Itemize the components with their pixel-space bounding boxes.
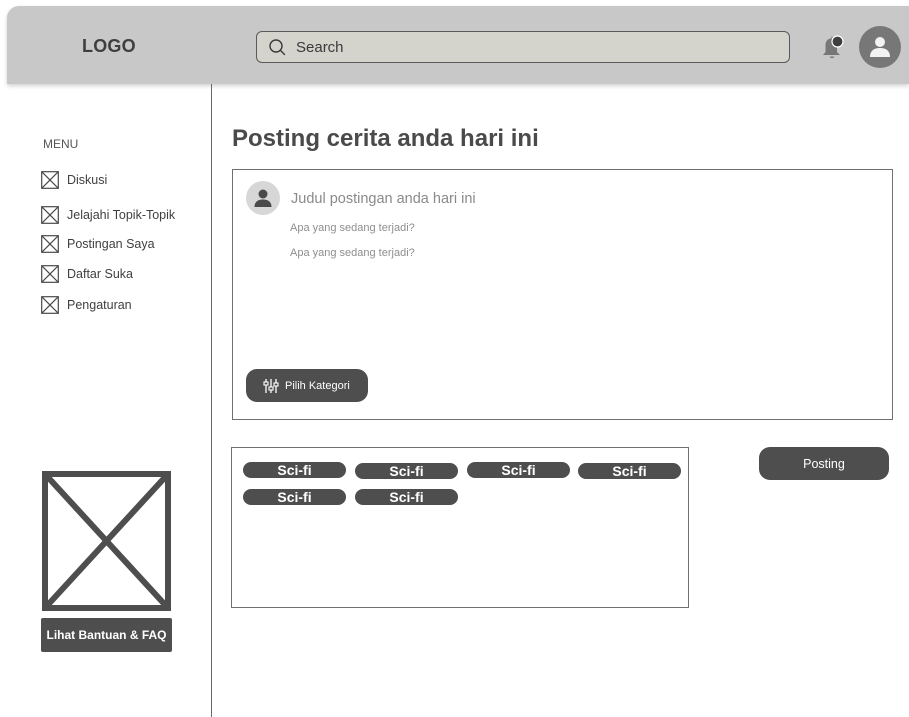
posting-button[interactable]: Posting xyxy=(759,447,889,480)
selected-tags-box: Sci-fi Sci-fi Sci-fi Sci-fi Sci-fi Sci-f… xyxy=(231,447,689,608)
profile-avatar[interactable] xyxy=(859,26,901,68)
choose-category-label: Pilih Kategori xyxy=(285,379,350,392)
search-input[interactable] xyxy=(296,38,789,56)
placeholder-x-icon xyxy=(41,235,59,253)
sidebar-item-jelajahi[interactable]: Jelajahi Topik-Topik xyxy=(41,206,175,224)
post-body-line[interactable]: Apa yang sedang terjadi? xyxy=(290,222,415,234)
sidebar-divider xyxy=(211,84,212,717)
image-placeholder-icon xyxy=(42,471,171,611)
user-avatar-icon xyxy=(254,189,272,207)
bell-icon[interactable] xyxy=(819,33,845,63)
page-title: Posting cerita anda hari ini xyxy=(232,125,539,152)
sliders-icon xyxy=(263,378,279,393)
placeholder-x-icon xyxy=(41,265,59,283)
sidebar-item-label: Diskusi xyxy=(67,173,108,187)
placeholder-x-icon xyxy=(41,171,59,189)
search-icon xyxy=(269,39,286,56)
tag-chip[interactable]: Sci-fi xyxy=(578,463,681,479)
tag-chip[interactable]: Sci-fi xyxy=(467,462,570,478)
tag-chip[interactable]: Sci-fi xyxy=(355,463,458,479)
sidebar-item-label: Pengaturan xyxy=(67,298,132,312)
placeholder-x-icon xyxy=(41,206,59,224)
top-header: LOGO xyxy=(7,6,909,84)
post-body-line[interactable]: Apa yang sedang terjadi? xyxy=(290,247,415,259)
sidebar-item-postingan-saya[interactable]: Postingan Saya xyxy=(41,235,155,253)
post-title-input[interactable]: Judul postingan anda hari ini xyxy=(291,191,476,207)
logo[interactable]: LOGO xyxy=(82,36,136,57)
choose-category-button[interactable]: Pilih Kategori xyxy=(246,369,368,402)
sidebar-item-pengaturan[interactable]: Pengaturan xyxy=(41,296,132,314)
help-faq-button[interactable]: Lihat Bantuan & FAQ xyxy=(41,618,172,652)
tag-chip[interactable]: Sci-fi xyxy=(243,489,346,505)
user-avatar-icon xyxy=(870,37,890,57)
placeholder-x-icon xyxy=(41,296,59,314)
sidebar-item-label: Daftar Suka xyxy=(67,267,134,281)
sidebar-item-label: Jelajahi Topik-Topik xyxy=(67,208,176,222)
compose-avatar xyxy=(246,181,280,215)
menu-title: MENU xyxy=(43,137,79,151)
sidebar-item-diskusi[interactable]: Diskusi xyxy=(41,171,107,189)
sidebar-item-daftar-suka[interactable]: Daftar Suka xyxy=(41,265,133,283)
compose-box[interactable]: Judul postingan anda hari ini Apa yang s… xyxy=(232,169,893,420)
search-bar[interactable] xyxy=(256,31,790,63)
tag-chip[interactable]: Sci-fi xyxy=(243,462,346,478)
sidebar-item-label: Postingan Saya xyxy=(67,237,155,251)
tag-chip[interactable]: Sci-fi xyxy=(355,489,458,505)
